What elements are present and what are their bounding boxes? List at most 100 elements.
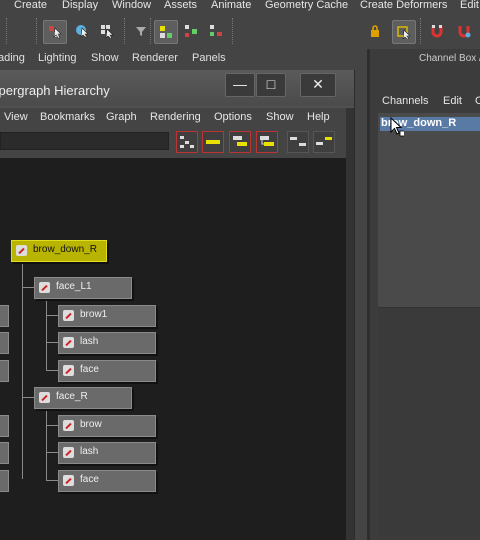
node-lash-l[interactable]: lash <box>58 332 156 354</box>
node-face-l[interactable]: face <box>58 360 156 382</box>
hidden-node-stub[interactable] <box>0 415 9 437</box>
menu-create[interactable]: Create <box>14 0 47 11</box>
frame-all-icon <box>206 140 220 144</box>
channel-box-menu-edit[interactable]: Edit <box>443 95 462 107</box>
component-select-icon <box>101 25 114 38</box>
snap-to-curve-button[interactable] <box>426 20 448 42</box>
select-curves-button[interactable] <box>205 20 227 42</box>
highlight-selection-button[interactable] <box>392 20 416 44</box>
select-joints-button[interactable] <box>180 20 202 42</box>
magnet-icon <box>431 25 443 38</box>
hyper-menu-options[interactable]: Options <box>214 111 252 123</box>
menu-display[interactable]: Display <box>62 0 98 11</box>
menu-create-deformers[interactable]: Create Deformers <box>360 0 447 11</box>
handles-icon <box>160 26 172 38</box>
maximize-button[interactable]: □ <box>256 73 286 97</box>
node-label: lash <box>80 336 99 347</box>
frame-branch-button[interactable] <box>287 131 309 153</box>
lock-selection-button[interactable] <box>364 20 386 42</box>
toolbar-separator <box>6 18 9 44</box>
panel-menu-shading[interactable]: ading <box>0 52 25 64</box>
menu-assets[interactable]: Assets <box>164 0 197 11</box>
hyper-menu-graph[interactable]: Graph <box>106 111 137 123</box>
hypergraph-titlebar[interactable]: ypergraph Hierarchy — □ ✕ <box>0 70 354 106</box>
connections-icon <box>316 137 332 145</box>
menu-edit[interactable]: Edit <box>460 0 479 11</box>
node-lash-r[interactable]: lash <box>58 442 156 464</box>
select-by-component-type-button[interactable] <box>96 20 118 42</box>
panel-menu-renderer[interactable]: Renderer <box>132 52 178 64</box>
node-label: brow <box>80 419 102 430</box>
channel-box-tab[interactable]: Channel Box / <box>419 53 480 64</box>
menu-window[interactable]: Window <box>112 0 151 11</box>
toolbar-separator <box>232 18 235 44</box>
hypergraph-bookmark-field[interactable] <box>0 132 169 150</box>
connector-line <box>46 425 58 426</box>
snap-to-point-button[interactable] <box>453 20 475 42</box>
hyper-menu-view[interactable]: View <box>4 111 28 123</box>
panel-menu-panels[interactable]: Panels <box>192 52 226 64</box>
maximize-icon: □ <box>266 76 276 92</box>
hyper-menu-rendering[interactable]: Rendering <box>150 111 201 123</box>
hyper-menu-show[interactable]: Show <box>266 111 294 123</box>
hypergraph-canvas[interactable]: brow_down_R face_L1 brow1 lash face face… <box>0 158 346 540</box>
select-handles-button[interactable] <box>154 20 178 44</box>
channel-box-object-list: brow_down_R <box>378 113 480 307</box>
connector-line <box>46 370 58 371</box>
main-menubar: Create Display Window Assets Animate Geo… <box>0 0 480 13</box>
frame-selection-button[interactable] <box>229 131 251 153</box>
transform-node-icon <box>63 447 74 458</box>
hyper-menu-bookmarks[interactable]: Bookmarks <box>40 111 95 123</box>
menu-geometry-cache[interactable]: Geometry Cache <box>265 0 348 11</box>
transform-node-icon <box>63 310 74 321</box>
frame-hierarchy-icon <box>260 136 274 146</box>
connector-line <box>46 452 58 453</box>
select-by-object-type-button[interactable] <box>71 20 93 42</box>
hidden-node-stub[interactable] <box>0 305 9 327</box>
mask-filter-button[interactable] <box>130 20 152 42</box>
hypergraph-window: ypergraph Hierarchy — □ ✕ View Bookmarks… <box>0 70 355 540</box>
toolbar-separator <box>124 18 127 44</box>
frame-hierarchy-button[interactable] <box>256 131 278 153</box>
frame-all-button[interactable] <box>202 131 224 153</box>
magnet-point-icon <box>458 26 471 38</box>
scene-hierarchy-button[interactable] <box>176 131 198 153</box>
hidden-node-stub[interactable] <box>0 360 9 382</box>
hidden-node-stub[interactable] <box>0 442 9 464</box>
toolbar-separator <box>150 18 153 44</box>
node-face-r[interactable]: face_R <box>34 387 132 409</box>
minimize-button[interactable]: — <box>225 73 255 97</box>
hierarchy-select-icon <box>49 26 62 39</box>
mouse-cursor-icon <box>390 117 404 137</box>
node-label: face_R <box>56 391 88 402</box>
close-button[interactable]: ✕ <box>300 73 336 97</box>
node-brow1[interactable]: brow1 <box>58 305 156 327</box>
connector-line <box>46 342 58 343</box>
hypergraph-menu: View Bookmarks Graph Rendering Options S… <box>0 108 346 128</box>
select-by-hierarchy-button[interactable] <box>43 20 67 44</box>
hyper-menu-help[interactable]: Help <box>307 111 330 123</box>
hidden-node-stub[interactable] <box>0 332 9 354</box>
hypergraph-title: ypergraph Hierarchy <box>0 83 110 98</box>
show-connections-button[interactable] <box>313 131 335 153</box>
menu-animate[interactable]: Animate <box>211 0 251 11</box>
transform-node-icon <box>39 282 50 293</box>
panel-menu-show[interactable]: Show <box>91 52 119 64</box>
panel-menu-lighting[interactable]: Lighting <box>38 52 77 64</box>
lock-icon <box>371 25 379 37</box>
channel-box-menu-object[interactable]: O <box>475 95 480 107</box>
node-brow-down-r[interactable]: brow_down_R <box>11 240 107 262</box>
node-brow-r[interactable]: brow <box>58 415 156 437</box>
node-face-r-child[interactable]: face <box>58 470 156 492</box>
connector-line <box>46 296 47 370</box>
node-label: face <box>80 474 99 485</box>
highlight-select-icon <box>397 26 411 39</box>
channel-box-menu-channels[interactable]: Channels <box>382 95 428 107</box>
transform-node-icon <box>63 337 74 348</box>
node-label: face_L1 <box>56 281 92 292</box>
hypergraph-vertical-scrollbar[interactable] <box>346 108 354 540</box>
hidden-node-stub[interactable] <box>0 470 9 492</box>
close-icon: ✕ <box>312 76 324 92</box>
viewport-panel-menu: ading Lighting Show Renderer Panels <box>0 49 370 70</box>
node-face-l1[interactable]: face_L1 <box>34 277 132 299</box>
